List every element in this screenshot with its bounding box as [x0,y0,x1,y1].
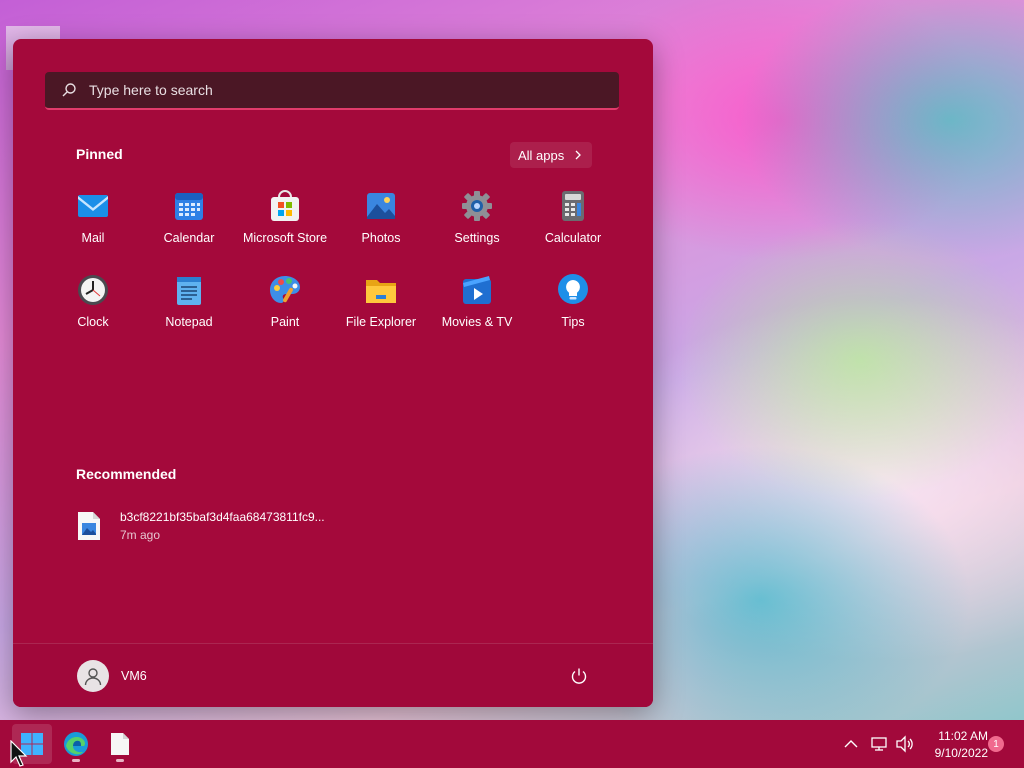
app-label: Clock [77,315,109,329]
network-tray-button[interactable] [870,720,888,768]
taskbar: 11:02 AM 9/10/2022 [0,720,1024,768]
pinned-apps-grid: Mail Calendar Microsoft Store Photos Set… [45,183,621,351]
chevron-up-icon [844,740,858,748]
search-box[interactable]: Type here to search [45,72,619,110]
user-name: VM6 [121,669,147,683]
running-indicator [72,759,80,762]
app-label: Calculator [544,231,602,245]
app-label: Settings [454,231,500,245]
store-icon [271,190,299,221]
network-icon [871,737,887,751]
speaker-icon [896,735,913,753]
pinned-app-file-explorer[interactable]: File Explorer [333,267,429,351]
app-label: Paint [270,315,300,329]
taskbar-file-button[interactable] [100,724,140,764]
lightbulb-icon [558,274,588,304]
taskbar-date: 9/10/2022 [934,746,988,760]
recommended-heading: Recommended [76,466,177,482]
taskbar-time: 11:02 AM [938,729,988,743]
app-label: Tips [561,315,585,329]
play-icon [463,276,491,304]
mail-icon [78,195,108,217]
app-label: Photos [361,231,401,245]
pinned-heading: Pinned [76,146,123,162]
pinned-app-tips[interactable]: Tips [525,267,621,351]
pinned-app-calendar[interactable]: Calendar [141,183,237,267]
app-label: File Explorer [345,315,417,329]
notepad-icon [177,277,201,305]
palette-icon [270,276,300,303]
folder-icon [366,280,396,303]
photos-icon [367,193,395,219]
all-apps-label: All apps [518,147,565,163]
start-menu: Type here to search Pinned All apps Mail [13,39,653,707]
notification-badge[interactable]: 1 [988,736,1004,752]
calculator-icon [562,191,584,221]
taskbar-edge-button[interactable] [56,724,96,764]
pinned-app-clock[interactable]: Clock [45,267,141,351]
show-hidden-icons-button[interactable] [842,720,860,768]
user-account-button[interactable]: VM6 [77,660,147,692]
chevron-right-icon [575,150,582,160]
search-placeholder: Type here to search [89,82,213,98]
blank-file-icon [111,733,129,755]
avatar [77,660,109,692]
pinned-app-paint[interactable]: Paint [237,267,333,351]
app-label: Microsoft Store [242,231,328,245]
app-label: Notepad [165,315,213,329]
mouse-cursor-icon [10,740,28,767]
all-apps-button[interactable]: All apps [510,142,593,168]
app-label: Calendar [163,231,215,245]
calendar-icon [175,193,203,220]
power-icon[interactable] [570,667,588,685]
pinned-app-movies-tv[interactable]: Movies & TV [429,267,525,351]
user-icon [84,668,102,686]
pinned-app-microsoft-store[interactable]: Microsoft Store [237,183,333,267]
start-footer: VM6 [13,643,653,707]
search-icon [62,83,76,97]
clock-icon [78,275,108,305]
clock-button[interactable]: 11:02 AM 9/10/2022 [922,728,988,762]
pinned-app-calculator[interactable]: Calculator [525,183,621,267]
gear-icon [462,191,492,221]
app-label: Movies & TV [441,315,513,329]
pinned-app-mail[interactable]: Mail [45,183,141,267]
running-indicator [116,759,124,762]
recommended-item-time: 7m ago [120,528,161,542]
app-label: Mail [81,231,105,245]
pinned-app-photos[interactable]: Photos [333,183,429,267]
recommended-item[interactable]: b3cf8221bf35baf3d4faa68473811fc9... 7m a… [76,505,376,547]
image-file-icon [78,512,100,540]
volume-tray-button[interactable] [895,720,915,768]
recommended-item-name: b3cf8221bf35baf3d4faa68473811fc9... [120,510,325,524]
pinned-app-notepad[interactable]: Notepad [141,267,237,351]
edge-icon [64,732,88,756]
pinned-app-settings[interactable]: Settings [429,183,525,267]
